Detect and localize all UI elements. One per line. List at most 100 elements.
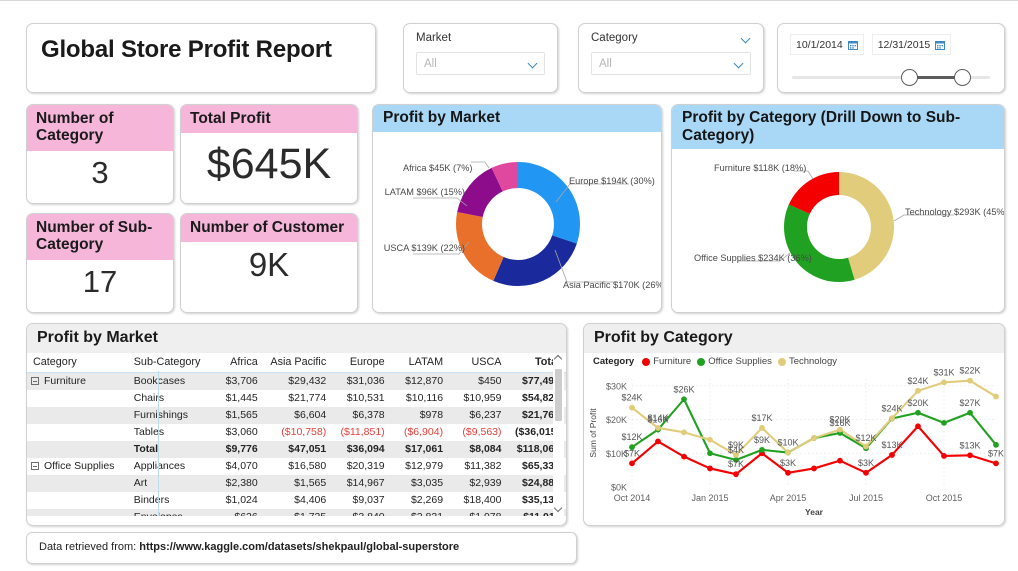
data-point[interactable] <box>915 388 921 394</box>
data-label: $31K <box>933 368 954 378</box>
table-row[interactable]: Chairs $1,445 $21,774 $10,531 $10,116 $10,959… <box>27 390 566 407</box>
data-point[interactable] <box>993 460 999 467</box>
date-start-value: 10/1/2014 <box>796 38 843 51</box>
table-row[interactable]: Furniture Bookcases $3,706 $29,432 $31,036 $1… <box>27 372 566 391</box>
donut-slice[interactable] <box>493 235 577 286</box>
table-column-header[interactable]: Category <box>27 353 128 374</box>
table-cell-value: $21,774 <box>288 392 327 405</box>
data-point[interactable] <box>629 405 635 411</box>
visual-title: Profit by Market <box>27 324 566 354</box>
data-point[interactable] <box>655 438 661 445</box>
data-point[interactable] <box>915 410 921 416</box>
expand-collapse-icon[interactable] <box>31 377 39 386</box>
table-column-header[interactable]: LATAM <box>390 353 450 374</box>
category-slicer-dropdown[interactable]: All <box>591 52 751 75</box>
table-row[interactable]: Envelopes$626$1,735$3,840$2,831$1,978$11… <box>27 509 566 517</box>
data-label: $22K <box>959 367 980 376</box>
chart-legend[interactable]: Category Furniture Office Supplies Techn… <box>584 353 1004 367</box>
market-slicer[interactable]: Market All <box>403 23 558 93</box>
y-axis-tick-label: $0K <box>611 483 627 493</box>
data-point[interactable] <box>681 429 687 436</box>
date-range-slicer[interactable]: 10/1/2014 12/31/2015 <box>777 23 1005 93</box>
data-point[interactable] <box>889 415 895 422</box>
data-point[interactable] <box>811 465 817 472</box>
data-point[interactable] <box>915 423 921 430</box>
data-point[interactable] <box>759 425 765 432</box>
table-column-header[interactable]: Europe <box>332 353 391 374</box>
table-column-header[interactable]: Sub-Category <box>127 353 200 374</box>
table-row[interactable]: Art $2,380 $1,565 $14,967 $3,035 $2,939 $24,88… <box>27 475 566 493</box>
data-point[interactable] <box>941 453 947 460</box>
table-cell-value: $12,870 <box>390 372 450 391</box>
data-point[interactable] <box>629 460 635 467</box>
table-cell-value: $1,445 <box>225 392 258 405</box>
chevron-down-icon[interactable] <box>742 34 751 43</box>
data-point[interactable] <box>707 465 713 472</box>
data-point[interactable] <box>967 410 973 416</box>
table-cell-value: $2,939 <box>449 475 508 493</box>
legend-item-furniture[interactable]: Furniture <box>642 356 691 367</box>
table-scroll-region[interactable]: Category Sub-Category Africa Asia Pacific Eu… <box>27 353 566 517</box>
profit-by-category-donut-visual[interactable]: Profit by Category (Drill Down to Sub-Ca… <box>671 104 1005 313</box>
date-range-slider[interactable] <box>792 68 990 86</box>
data-point[interactable] <box>681 453 687 460</box>
table-column-header[interactable]: Asia Pacific <box>263 353 333 374</box>
table-cell-value: $14,967 <box>332 475 391 493</box>
data-point[interactable] <box>863 470 869 476</box>
data-point[interactable] <box>967 378 973 384</box>
data-point[interactable] <box>863 443 869 450</box>
donut-market-plot[interactable]: Europe $194K (30%) Asia Pacific $170K (2… <box>373 132 661 312</box>
data-point[interactable] <box>941 379 947 386</box>
scrollbar-thumb[interactable] <box>555 369 562 422</box>
expand-collapse-icon[interactable] <box>31 462 39 471</box>
data-point[interactable] <box>785 470 791 476</box>
scroll-up-arrow-icon[interactable] <box>555 355 562 362</box>
calendar-icon[interactable] <box>847 40 858 50</box>
donut-slice[interactable] <box>788 172 839 215</box>
table-row[interactable]: Binders $1,024 $4,406 $9,037 $2,269 $18,400 $3… <box>27 492 566 509</box>
data-point[interactable] <box>707 437 713 443</box>
data-point[interactable] <box>889 452 895 459</box>
legend-item-technology[interactable]: Technology <box>777 356 837 367</box>
data-point[interactable] <box>681 396 687 403</box>
data-label: $24K <box>907 376 928 386</box>
line-series[interactable] <box>631 398 997 462</box>
table-row[interactable]: Office Supplies Appliances $4,070 $16,580 $2… <box>27 458 566 475</box>
data-point[interactable] <box>811 435 817 442</box>
table-column-header[interactable]: USCA <box>449 353 508 374</box>
data-point[interactable] <box>993 442 999 448</box>
legend-swatch-icon <box>697 357 706 366</box>
donut-category-plot[interactable]: Technology $293K (45%) Office Supplies $… <box>672 149 1004 312</box>
donut-slice[interactable] <box>784 204 855 283</box>
data-point[interactable] <box>707 450 713 457</box>
data-point[interactable] <box>941 420 947 427</box>
profit-by-market-donut-visual[interactable]: Profit by Market Europe $194K (30%) Asia… <box>372 104 662 313</box>
table-cell-category <box>27 509 128 517</box>
date-start-field[interactable]: 10/1/2014 <box>790 34 864 55</box>
table-row[interactable]: Total $9,776 $47,051 $36,094 $17,061 $8,084 $1… <box>27 441 566 459</box>
data-point[interactable] <box>993 393 999 400</box>
table-column-header[interactable]: Africa <box>200 353 264 374</box>
table-row[interactable]: Furnishings $1,565 $6,604 $6,378 $978 $6,237 $… <box>27 407 566 425</box>
profit-by-category-line-visual[interactable]: Profit by Category Category Furniture Of… <box>583 323 1005 526</box>
slider-handle-end[interactable] <box>954 69 972 86</box>
data-label: $17K <box>751 413 772 423</box>
data-point[interactable] <box>733 471 739 478</box>
donut-slice[interactable] <box>518 161 580 244</box>
data-point[interactable] <box>759 447 765 454</box>
table-row[interactable]: Tables $3,060 ($10,758) ($11,851) ($6,904) ($… <box>27 424 566 441</box>
legend-item-office-supplies[interactable]: Office Supplies <box>697 356 772 367</box>
category-slicer[interactable]: Category All <box>578 23 764 93</box>
scroll-down-arrow-icon[interactable] <box>555 505 562 512</box>
data-point[interactable] <box>967 452 973 459</box>
data-point[interactable] <box>655 425 661 432</box>
date-end-field[interactable]: 12/31/2015 <box>871 34 952 55</box>
data-point[interactable] <box>837 458 843 464</box>
line-chart-plot[interactable]: $0K $10K $20K $30K Oct 2014 Jan 2015 Apr 2015 J… <box>584 367 1004 519</box>
slider-handle-start[interactable] <box>900 69 918 86</box>
table-vertical-scrollbar[interactable] <box>553 353 564 517</box>
data-point[interactable] <box>785 449 791 456</box>
market-slicer-dropdown[interactable]: All <box>416 52 545 75</box>
calendar-icon[interactable] <box>935 40 946 50</box>
profit-by-market-table-visual[interactable]: Profit by Market Category Sub-Category Afr… <box>26 323 567 526</box>
